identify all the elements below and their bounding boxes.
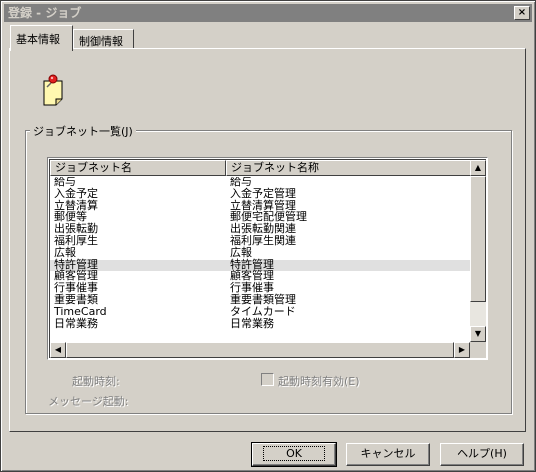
jobnet-listview[interactable]: ジョブネット名 ジョブネット名称 給与 給与 入金予定 入金予定管理 立替清算 立替清算管… — [47, 157, 488, 360]
horizontal-scrollbar[interactable]: ◀ ▶ — [50, 342, 470, 358]
help-button-label: ヘルプ(H) — [457, 447, 507, 460]
scroll-up-button[interactable]: ▲ — [470, 160, 486, 176]
ok-button[interactable]: OK — [251, 442, 337, 467]
close-button[interactable]: × — [514, 6, 530, 20]
sticky-note-with-pin-icon — [43, 74, 63, 106]
jobnet-title-cell: 広報 — [230, 245, 252, 259]
jobnet-name-cell: 広報 — [54, 245, 76, 259]
jobnet-title-cell: 入金予定管理 — [230, 186, 296, 200]
listview-rows: 給与 給与 入金予定 入金予定管理 立替清算 立替清算管理 郵便等 郵便宅配便管理 出張転勤 出張… — [50, 177, 473, 347]
close-icon: × — [517, 7, 527, 18]
scroll-right-button[interactable]: ▶ — [454, 342, 470, 358]
jobnet-name-cell: 入金予定 — [54, 186, 98, 200]
start-time-label: 起動時刻: — [72, 375, 120, 388]
jobnet-name-cell: 日常業務 — [54, 316, 98, 330]
table-row[interactable]: 福利厚生 福利厚生関連 — [50, 234, 473, 248]
scroll-up-icon: ▲ — [474, 163, 482, 172]
ok-button-label: OK — [263, 446, 325, 461]
column-header-label: ジョブネット名 — [55, 161, 132, 174]
cancel-button-label: キャンセル — [360, 447, 416, 460]
start-time-enabled-checkbox[interactable] — [261, 373, 274, 386]
tab-control-info[interactable]: 制御情報 — [73, 29, 134, 49]
column-header-label: ジョブネット名称 — [231, 161, 319, 174]
window-title: 登録 - ジョブ — [8, 6, 82, 20]
title-bar[interactable]: 登録 - ジョブ × — [4, 4, 532, 22]
scroll-left-button[interactable]: ◀ — [50, 342, 66, 358]
tab-panel-basic-info: ジョブネット一覧(J) ジョブネット名 ジョブネット名称 給与 給与 入金予定 入金予… — [9, 48, 526, 432]
column-header-jobnet-name[interactable]: ジョブネット名 — [50, 160, 226, 176]
tab-label: 基本情報 — [16, 33, 60, 46]
horizontal-scroll-thumb[interactable] — [66, 342, 454, 358]
jobnet-list-label: ジョブネット一覧(J) — [30, 123, 136, 139]
vertical-scrollbar[interactable]: ▲ ▼ — [470, 160, 486, 342]
scrollbar-corner — [470, 342, 486, 358]
jobnet-name-cell: TimeCard — [54, 304, 107, 318]
scroll-right-icon: ▶ — [458, 345, 466, 354]
column-header-jobnet-title[interactable]: ジョブネット名称 — [226, 160, 473, 176]
message-start-label: メッセージ起動: — [48, 395, 129, 408]
scroll-left-icon: ◀ — [54, 345, 62, 354]
scroll-down-icon: ▼ — [474, 329, 482, 338]
jobnet-title-cell: 日常業務 — [230, 316, 274, 330]
scroll-down-button[interactable]: ▼ — [470, 326, 486, 342]
table-row[interactable]: 日常業務 日常業務 — [50, 316, 473, 331]
listview-header: ジョブネット名 ジョブネット名称 — [50, 160, 473, 176]
vertical-scroll-thumb[interactable] — [470, 176, 486, 302]
cancel-button[interactable]: キャンセル — [346, 443, 430, 466]
tab-basic-info[interactable]: 基本情報 — [10, 25, 73, 51]
start-time-enabled-label: 起動時刻有効(E) — [278, 375, 360, 388]
help-button[interactable]: ヘルプ(H) — [440, 443, 524, 466]
tab-label: 制御情報 — [79, 35, 123, 48]
job-registration-dialog: 登録 - ジョブ × 基本情報 制御情報 ジョブネット一覧(J) ジョブネット名… — [0, 0, 536, 472]
jobnet-title-cell: タイムカード — [230, 304, 296, 318]
